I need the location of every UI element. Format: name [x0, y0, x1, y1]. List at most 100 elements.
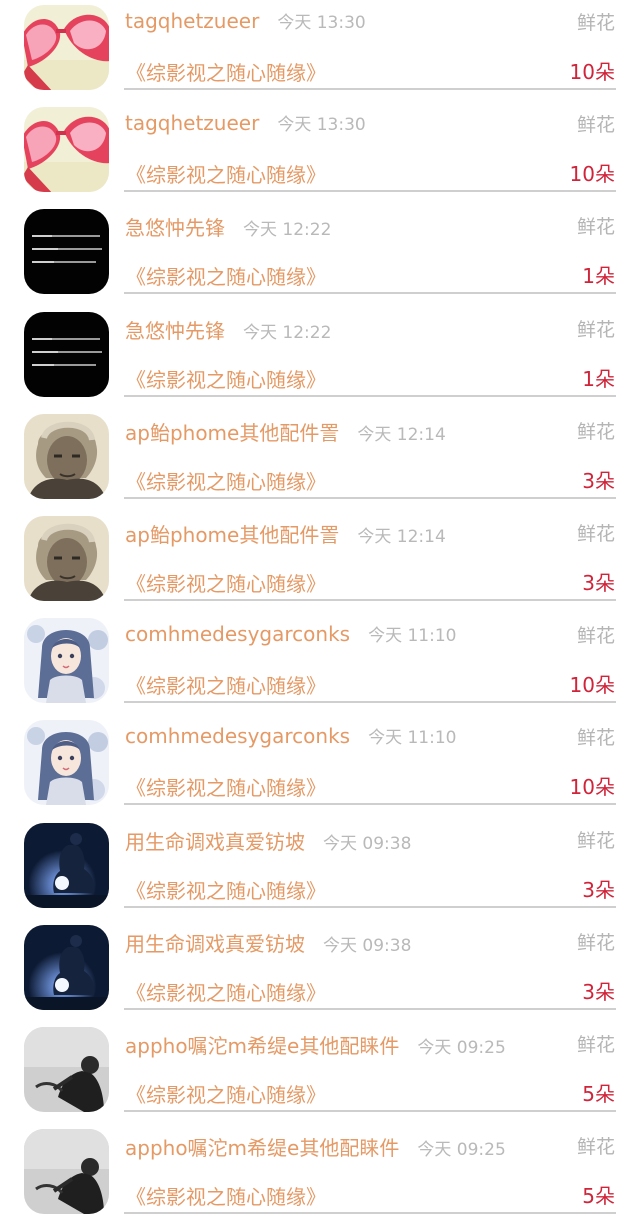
gift-count: 10朵 [569, 673, 615, 698]
row-divider [124, 803, 616, 806]
gift-time: 今天 11:10 [368, 728, 457, 749]
heart-sunglasses-avatar [24, 107, 109, 193]
gift-type: 鲜花 [576, 216, 615, 239]
sender-line: ap鲐phome其他配件詈 今天 12:14 [125, 417, 446, 446]
gift-type: 鲜花 [576, 523, 615, 545]
gift-count: 1朵 [582, 366, 615, 391]
sender-name[interactable]: comhmedesygarconks [125, 622, 350, 646]
sender-name[interactable]: appho嘱沱m希缇e其他配睐件 [125, 1034, 399, 1058]
sender-name[interactable]: 急悠忡先锋 [125, 319, 225, 343]
gift-count: 10朵 [569, 60, 615, 84]
book-title[interactable]: 《综影视之随心随缘》 [126, 261, 326, 290]
gift-count: 5朵 [582, 1184, 615, 1209]
gift-record-row[interactable]: comhmedesygarconks 今天 11:10 鲜花 《综影视之随心随缘》… [0, 715, 640, 817]
gift-record-row[interactable]: appho嘱沱m希缇e其他配睐件 今天 09:25 鲜花 《综影视之随心随缘》 5… [0, 1124, 640, 1226]
sender-line: 急悠忡先锋 今天 12:22 [125, 212, 331, 241]
avatar[interactable] [24, 1027, 109, 1112]
book-title[interactable]: 《综影视之随心随缘》 [126, 875, 326, 904]
book-title[interactable]: 《综影视之随心随缘》 [126, 568, 326, 597]
sender-name[interactable]: comhmedesygarconks [125, 724, 350, 748]
gift-record-row[interactable]: 急悠忡先锋 今天 12:22 鲜花 《综影视之随心随缘》 1朵 [0, 307, 640, 409]
sender-name[interactable]: appho嘱沱m希缇e其他配睐件 [125, 1136, 399, 1160]
book-title[interactable]: 《综影视之随心随缘》 [126, 772, 326, 801]
gift-record-row[interactable]: 用生命调戏真爱钫坡 今天 09:38 鲜花 《综影视之随心随缘》 3朵 [0, 818, 640, 920]
row-divider [124, 701, 616, 704]
anime-girl-avatar [24, 720, 109, 806]
avatar[interactable] [24, 924, 109, 1010]
book-title[interactable]: 《综影视之随心随缘》 [126, 1079, 326, 1108]
text-quote-avatar [24, 311, 109, 397]
gift-record-row[interactable]: appho嘱沱m希缇e其他配睐件 今天 09:25 鲜花 《综影视之随心随缘》 5… [0, 1022, 640, 1124]
book-title[interactable]: 《综影视之随心随缘》 [126, 977, 326, 1006]
sender-name[interactable]: 急悠忡先锋 [125, 216, 225, 240]
sender-line: 用生命调戏真爱钫坡 今天 09:38 [125, 928, 411, 957]
heart-sunglasses-avatar [24, 5, 109, 90]
avatar[interactable] [24, 516, 109, 601]
gift-record-row[interactable]: ap鲐phome其他配件詈 今天 12:14 鲜花 《综影视之随心随缘》 3朵 [0, 511, 640, 613]
gift-count: 3朵 [582, 979, 615, 1004]
gift-type: 鲜花 [576, 1136, 615, 1159]
gift-type: 鲜花 [576, 625, 615, 648]
gift-type: 鲜花 [576, 420, 615, 443]
avatar[interactable] [24, 209, 109, 295]
avatar[interactable] [24, 1129, 109, 1215]
sender-line: tagqhetzueer 今天 13:30 [125, 110, 366, 135]
avatar[interactable] [24, 618, 109, 704]
sender-name[interactable]: tagqhetzueer [125, 111, 259, 135]
gift-count: 5朵 [582, 1082, 615, 1106]
book-title[interactable]: 《综影视之随心随缘》 [126, 159, 326, 188]
gift-type: 鲜花 [576, 931, 615, 954]
gift-record-row[interactable]: 急悠忡先锋 今天 12:22 鲜花 《综影视之随心随缘》 1朵 [0, 204, 640, 306]
gift-time: 今天 11:10 [368, 626, 457, 647]
book-title[interactable]: 《综影视之随心随缘》 [126, 364, 326, 393]
sender-line: 用生命调戏真爱钫坡 今天 09:38 [125, 826, 411, 855]
gift-time: 今天 12:14 [357, 527, 446, 547]
avatar[interactable] [24, 720, 109, 806]
gift-record-row[interactable]: 用生命调戏真爱钫坡 今天 09:38 鲜花 《综影视之随心随缘》 3朵 [0, 920, 640, 1022]
text-quote-avatar [24, 209, 109, 295]
avatar[interactable] [24, 413, 109, 499]
gift-time: 今天 09:38 [323, 833, 412, 854]
book-title[interactable]: 《综影视之随心随缘》 [126, 57, 326, 86]
gift-time: 今天 09:25 [417, 1140, 506, 1161]
sender-name[interactable]: ap鲐phome其他配件詈 [125, 421, 339, 445]
row-divider [124, 1007, 616, 1010]
gift-time: 今天 13:30 [277, 13, 366, 33]
gift-count: 10朵 [569, 775, 615, 800]
gift-type: 鲜花 [576, 318, 615, 341]
sender-name[interactable]: 用生命调戏真爱钫坡 [125, 830, 305, 854]
gift-count: 3朵 [582, 571, 615, 595]
avatar[interactable] [24, 822, 109, 908]
row-divider [124, 394, 616, 397]
gift-count: 1朵 [582, 264, 615, 289]
gift-record-row[interactable]: tagqhetzueer 今天 13:30 鲜花 《综影视之随心随缘》 10朵 [0, 0, 640, 102]
buddha-night-avatar [24, 924, 109, 1010]
gift-time: 今天 12:14 [357, 424, 446, 445]
gift-type: 鲜花 [576, 114, 615, 137]
sender-name[interactable]: tagqhetzueer [125, 9, 259, 33]
gift-time: 今天 09:38 [323, 935, 412, 956]
sender-name[interactable]: ap鲐phome其他配件詈 [125, 523, 339, 547]
gift-record-row[interactable]: tagqhetzueer 今天 13:30 鲜花 《综影视之随心随缘》 10朵 [0, 102, 640, 204]
sender-line: appho嘱沱m希缇e其他配睐件 今天 09:25 [125, 1030, 506, 1059]
row-divider [124, 88, 616, 90]
gift-record-row[interactable]: ap鲐phome其他配件詈 今天 12:14 鲜花 《综影视之随心随缘》 3朵 [0, 409, 640, 511]
bw-figure-avatar [24, 1129, 109, 1215]
book-title[interactable]: 《综影视之随心随缘》 [126, 1181, 326, 1210]
book-title[interactable]: 《综影视之随心随缘》 [126, 670, 326, 699]
old-man-sketch-avatar [24, 516, 109, 601]
gift-type: 鲜花 [576, 727, 615, 750]
bw-figure-avatar [24, 1027, 109, 1112]
gift-count: 10朵 [569, 162, 615, 187]
gift-type: 鲜花 [576, 1034, 615, 1056]
avatar[interactable] [24, 107, 109, 193]
sender-name[interactable]: 用生命调戏真爱钫坡 [125, 932, 305, 956]
sender-line: appho嘱沱m希缇e其他配睐件 今天 09:25 [125, 1132, 506, 1161]
gift-record-row[interactable]: comhmedesygarconks 今天 11:10 鲜花 《综影视之随心随缘》… [0, 613, 640, 715]
avatar[interactable] [24, 311, 109, 397]
avatar[interactable] [24, 5, 109, 90]
row-divider [124, 1212, 616, 1215]
book-title[interactable]: 《综影视之随心随缘》 [126, 466, 326, 495]
gift-record-list: tagqhetzueer 今天 13:30 鲜花 《综影视之随心随缘》 10朵 t… [0, 0, 640, 1219]
sender-line: comhmedesygarconks 今天 11:10 [125, 621, 456, 646]
